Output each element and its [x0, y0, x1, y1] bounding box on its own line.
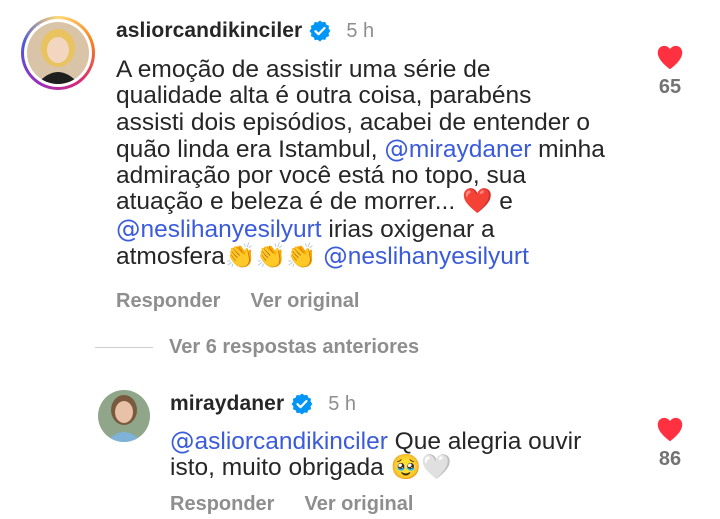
- reply-button[interactable]: Responder: [170, 493, 274, 516]
- username[interactable]: asliorcandikinciler: [116, 19, 302, 43]
- view-replies-button[interactable]: Ver 6 respostas anteriores: [95, 336, 419, 359]
- comment-line: @neslihanyesilyurt irias oxigenar a: [116, 215, 646, 243]
- mention-text: miraydaner: [408, 135, 532, 163]
- text-segment: atuação e beleza é de morrer...: [116, 188, 462, 216]
- text-segment: minha: [531, 135, 605, 163]
- heart-icon[interactable]: [656, 416, 684, 442]
- view-original-button[interactable]: Ver original: [304, 493, 413, 516]
- mention-text: neslihanyesilyurt: [140, 215, 322, 243]
- comment-line: quão linda era Istambul, @miraydaner min…: [116, 135, 646, 163]
- view-replies-label: Ver 6 respostas anteriores: [169, 336, 420, 358]
- comment-line: isto, muito obrigada 🥹🤍: [170, 455, 640, 481]
- verified-badge-icon: [309, 20, 331, 42]
- mention-text: asliorcandikinciler: [194, 428, 388, 455]
- text-segment: Que alegria ouvir: [387, 428, 582, 455]
- comment-line: A emoção de assistir uma série de: [116, 56, 491, 83]
- mention-link[interactable]: @miraydaner: [384, 135, 532, 163]
- username[interactable]: miraydaner: [170, 392, 284, 416]
- mention-link[interactable]: @neslihanyesilyurt: [116, 215, 322, 243]
- divider: [95, 347, 153, 348]
- emojis: 🥹🤍: [390, 454, 452, 482]
- reply-button[interactable]: Responder: [116, 290, 220, 313]
- text-segment: quão linda era Istambul,: [116, 135, 385, 163]
- text-segment: irias oxigenar a: [321, 215, 495, 243]
- text-segment: atmosfera: [116, 243, 225, 271]
- view-original-button[interactable]: Ver original: [250, 290, 359, 313]
- text-segment: e: [492, 188, 513, 216]
- avatar: [27, 22, 89, 84]
- like-count: 86: [658, 448, 682, 470]
- avatar-ring[interactable]: [21, 16, 95, 90]
- like-count: 65: [658, 76, 682, 98]
- comment-line: admiração por você está no topo, sua: [116, 162, 526, 190]
- comment-line: atuação e beleza é de morrer... ❤️ e: [116, 189, 646, 215]
- heart-emoji: ❤️: [461, 188, 493, 216]
- mention-link[interactable]: @neslihanyesilyurt: [323, 242, 529, 271]
- verified-badge-icon: [291, 393, 313, 415]
- mention-link[interactable]: @asliorcandikinciler: [170, 427, 388, 455]
- comment-line: qualidade alta é outra coisa, parabéns: [116, 82, 532, 110]
- mention-text: neslihanyesilyurt: [347, 243, 529, 271]
- timestamp: 5 h: [328, 392, 357, 415]
- clap-emojis: 👏👏👏: [224, 243, 317, 271]
- comment-text: A emoção de assistir uma série de qualid…: [116, 56, 646, 271]
- text-segment: isto, muito obrigada: [170, 454, 391, 482]
- comment-line: @asliorcandikinciler Que alegria ouvir: [170, 427, 640, 455]
- comment-text: @asliorcandikinciler Que alegria ouvir i…: [170, 427, 640, 482]
- comment-line: atmosfera👏👏👏 @neslihanyesilyurt: [116, 242, 646, 271]
- heart-icon[interactable]: [656, 44, 684, 70]
- avatar[interactable]: [98, 390, 150, 442]
- comment-line: assisti dois episódios, acabei de entend…: [116, 108, 590, 136]
- timestamp: 5 h: [346, 19, 375, 42]
